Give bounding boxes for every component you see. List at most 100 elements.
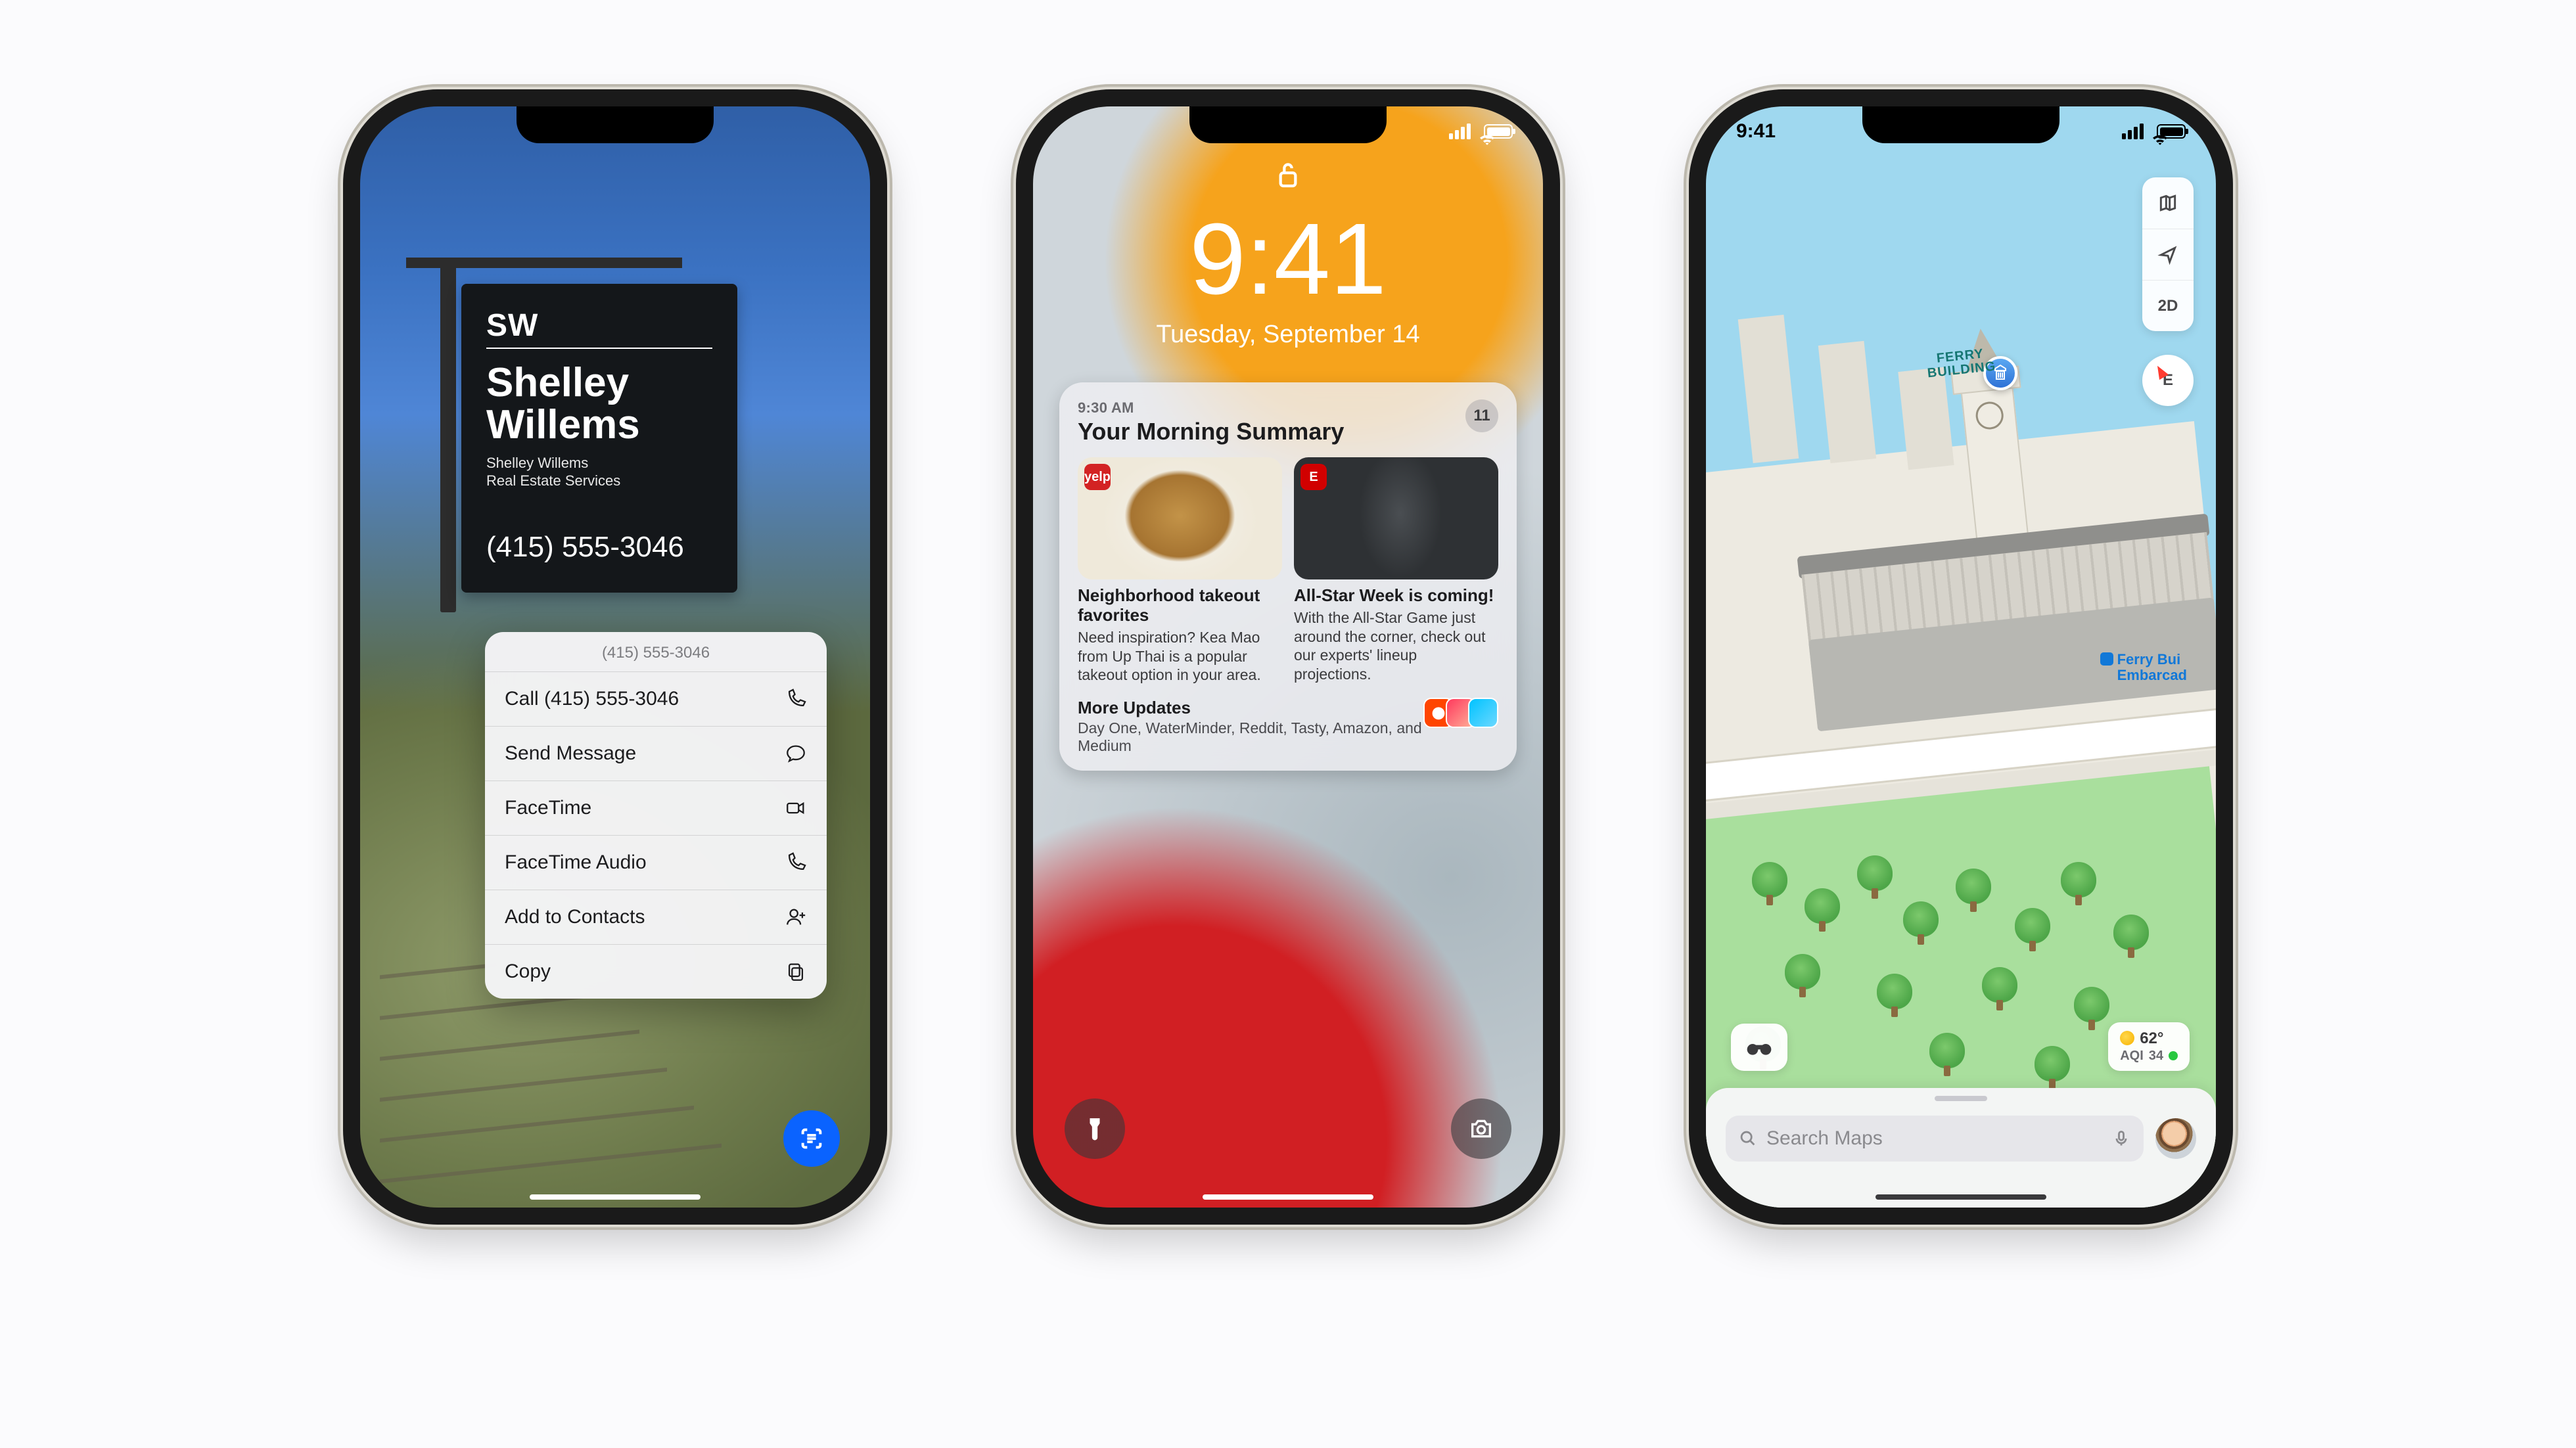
flashlight-icon [1082, 1116, 1108, 1142]
sign-divider [486, 348, 712, 349]
locate-me-button[interactable] [2142, 229, 2194, 280]
summary-count-badge[interactable]: 11 [1465, 399, 1498, 432]
search-placeholder: Search Maps [1766, 1127, 2103, 1150]
map-style-button[interactable] [2142, 177, 2194, 229]
message-icon [785, 742, 807, 765]
sign-badge: SW [486, 307, 712, 344]
notch [1189, 106, 1387, 143]
home-indicator[interactable] [1203, 1194, 1373, 1200]
location-arrow-icon [2157, 244, 2178, 265]
compass-button[interactable]: E [2142, 355, 2194, 406]
mode-2d-label: 2D [2158, 297, 2178, 315]
summary-item-body: With the All-Star Game just around the c… [1294, 608, 1498, 684]
send-message-button[interactable]: Send Message [485, 726, 827, 781]
status-time: 9:41 [1736, 120, 1776, 143]
facetime-label: FaceTime [505, 797, 591, 819]
phone-lockscreen: 9:41 Tuesday, September 14 9:30 AM Your … [1019, 92, 1557, 1222]
look-around-button[interactable] [1731, 1024, 1787, 1071]
maps-screen[interactable]: 9:41 FERRYBUILDING [1706, 106, 2216, 1208]
binoculars-icon [1746, 1037, 1772, 1057]
toggle-2d-button[interactable]: 2D [2142, 280, 2194, 331]
transit-station-label[interactable]: Ferry Bui Embarcad [2100, 652, 2187, 683]
search-icon [1739, 1129, 1757, 1148]
cellular-icon [1449, 124, 1471, 139]
lock-screen: 9:41 Tuesday, September 14 9:30 AM Your … [1033, 106, 1543, 1208]
lock-open-icon [1277, 160, 1299, 189]
maps-search-field[interactable]: Search Maps [1726, 1116, 2144, 1162]
weather-temp: 62° [2140, 1029, 2163, 1047]
phone-icon [785, 688, 807, 710]
yelp-app-icon: yelp [1084, 464, 1111, 490]
map-pier [1738, 315, 1799, 463]
camera-icon [1468, 1116, 1494, 1142]
summary-item-body: Need inspiration? Kea Mao from Up Thai i… [1078, 628, 1282, 685]
summary-more-updates[interactable]: More Updates Day One, WaterMinder, Reddi… [1078, 698, 1498, 755]
summary-item-espn[interactable]: E All-Star Week is coming! With the All-… [1294, 457, 1498, 685]
home-indicator[interactable] [530, 1194, 701, 1200]
maps-search-sheet[interactable]: Search Maps [1706, 1088, 2216, 1208]
summary-item-headline: All-Star Week is coming! [1294, 586, 1498, 606]
phone-number-context-menu: (415) 555-3046 Call (415) 555-3046 Send … [485, 632, 827, 999]
aqi-dot-icon [2169, 1051, 2178, 1060]
account-avatar[interactable] [2155, 1118, 2196, 1159]
home-indicator[interactable] [1875, 1194, 2046, 1200]
summary-title: Your Morning Summary [1078, 418, 1344, 445]
sign-post [440, 258, 456, 612]
phone-maps: 9:41 FERRYBUILDING [1691, 92, 2230, 1222]
waterminder-app-icon [1468, 698, 1498, 728]
aqi-value: 34 [2149, 1049, 2163, 1063]
context-menu-number: (415) 555-3046 [485, 632, 827, 671]
camera-viewfinder: SW Shelley Willems Shelley Willems Real … [360, 106, 870, 1208]
sun-icon [2120, 1031, 2134, 1045]
summary-more-body: Day One, WaterMinder, Reddit, Tasty, Ama… [1078, 719, 1431, 755]
sign-subtitle: Shelley Willems Real Estate Services [486, 454, 712, 490]
battery-icon [2157, 124, 2186, 139]
map-pier [1898, 367, 1954, 470]
summary-item-yelp[interactable]: yelp Neighborhood takeout favorites Need… [1078, 457, 1282, 685]
copy-label: Copy [505, 961, 551, 983]
status-right [2122, 124, 2186, 139]
sign-phone-number: (415) 555-3046 [486, 531, 712, 564]
notch [517, 106, 714, 143]
summary-more-app-icons [1431, 698, 1498, 728]
facetime-button[interactable]: FaceTime [485, 781, 827, 835]
notification-summary-card[interactable]: 9:30 AM Your Morning Summary 11 yelp Nei… [1059, 382, 1517, 771]
ferry-clock [1975, 400, 2005, 430]
mic-icon[interactable] [2112, 1129, 2130, 1148]
real-estate-sign: SW Shelley Willems Shelley Willems Real … [461, 284, 737, 593]
battery-icon [1484, 124, 1513, 139]
add-contacts-label: Add to Contacts [505, 906, 645, 928]
summary-item-headline: Neighborhood takeout favorites [1078, 586, 1282, 625]
phone-icon [785, 851, 807, 874]
live-text-icon [798, 1125, 825, 1152]
call-button[interactable]: Call (415) 555-3046 [485, 671, 827, 726]
sheet-grabber[interactable] [1935, 1096, 1987, 1101]
copy-icon [785, 961, 807, 983]
summary-timestamp: 9:30 AM [1078, 399, 1344, 417]
live-text-button[interactable] [783, 1110, 840, 1167]
add-contact-icon [785, 906, 807, 928]
summary-thumb-sport: E [1294, 457, 1498, 579]
status-right [1449, 124, 1513, 139]
video-icon [785, 797, 807, 819]
weather-aqi-badge[interactable]: 62° AQI 34 [2108, 1022, 2190, 1071]
espn-app-icon: E [1300, 464, 1327, 490]
map-icon [2157, 192, 2178, 214]
lockscreen-date: Tuesday, September 14 [1033, 321, 1543, 349]
cellular-icon [2122, 124, 2144, 139]
add-to-contacts-button[interactable]: Add to Contacts [485, 890, 827, 944]
summary-thumb-food: yelp [1078, 457, 1282, 579]
copy-button[interactable]: Copy [485, 944, 827, 999]
facetime-audio-button[interactable]: FaceTime Audio [485, 835, 827, 890]
phone-livetext: SW Shelley Willems Shelley Willems Real … [346, 92, 885, 1222]
aqi-label: AQI [2120, 1049, 2144, 1063]
summary-more-title: More Updates [1078, 698, 1431, 718]
sign-name: Shelley Willems [486, 362, 712, 446]
map-pier [1818, 341, 1876, 463]
camera-button[interactable] [1451, 1098, 1511, 1159]
flashlight-button[interactable] [1065, 1098, 1125, 1159]
facetime-audio-label: FaceTime Audio [505, 851, 647, 874]
notch [1862, 106, 2059, 143]
map-controls: 2D [2142, 177, 2194, 331]
message-label: Send Message [505, 742, 636, 765]
